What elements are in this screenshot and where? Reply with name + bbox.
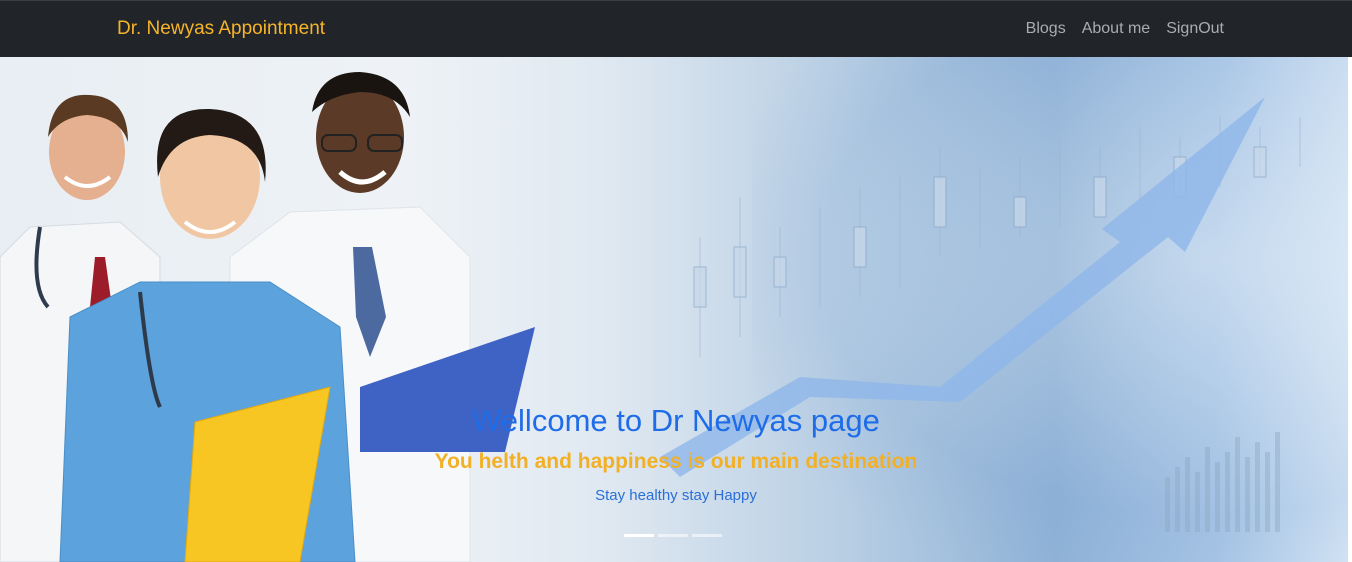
nav-link-blogs[interactable]: Blogs (1026, 20, 1066, 38)
carousel-indicator-2[interactable] (658, 534, 688, 537)
carousel-title: Wellcome to Dr Newyas page (472, 403, 880, 438)
carousel-indicators (624, 534, 722, 537)
carousel-indicator-3[interactable] (692, 534, 722, 537)
nav-link-signout[interactable]: SignOut (1166, 20, 1224, 38)
carousel-tagline: Stay healthy stay Happy (595, 487, 757, 504)
nav-link-about-me[interactable]: About me (1082, 20, 1150, 38)
brand-link[interactable]: Dr. Newyas Appointment (117, 18, 325, 40)
carousel-subtitle: You helth and happiness is our main dest… (434, 450, 918, 473)
hero-carousel: Wellcome to Dr Newyas page You helth and… (0, 57, 1352, 562)
navbar: Dr. Newyas Appointment Blogs About me Si… (0, 0, 1352, 57)
carousel-indicator-1[interactable] (624, 534, 654, 537)
nav-links: Blogs About me SignOut (1026, 20, 1224, 38)
